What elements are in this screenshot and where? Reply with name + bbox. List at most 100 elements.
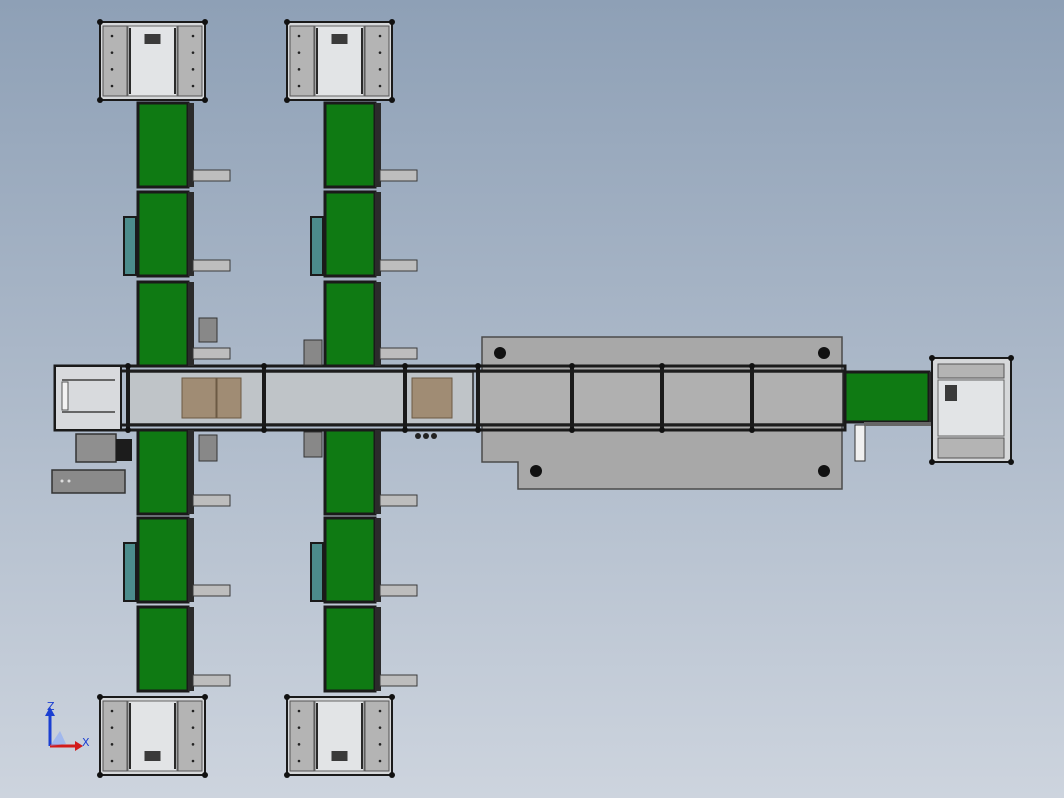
side-bracket (379, 494, 418, 507)
assembly-drawing[interactable]: Z X (0, 0, 1064, 798)
frame-bolt (97, 694, 103, 700)
motor-icon (331, 34, 348, 44)
z-axis-label: Z (47, 700, 55, 713)
frame-bolt (261, 427, 267, 433)
frame-bolt (389, 694, 395, 700)
frame-bolt (389, 772, 395, 778)
fastener (423, 433, 429, 439)
side-bracket (379, 347, 418, 360)
screw-hole (297, 726, 301, 729)
frame-bolt (389, 19, 395, 25)
glass-panel (310, 542, 324, 602)
exit-module-panel (937, 437, 1005, 459)
green-belt (136, 605, 190, 693)
frame-bolt (475, 363, 481, 369)
frame-bolt (202, 19, 208, 25)
frame-bolt (1008, 355, 1014, 361)
sensor-box (198, 434, 218, 462)
motor-icon (331, 751, 348, 761)
frame-bolt (389, 97, 395, 103)
green-belt (136, 280, 190, 368)
glass-panel (123, 216, 137, 276)
frame-bolt (659, 363, 665, 369)
green-belt (136, 428, 190, 516)
frame-bolt (569, 363, 575, 369)
belt-segment (136, 516, 194, 604)
side-bracket (192, 494, 231, 507)
frame-bolt (929, 459, 935, 465)
screw-hole (297, 743, 301, 746)
exit-rail (864, 422, 934, 426)
screw-hole (110, 743, 114, 746)
frame-bolt (261, 363, 267, 369)
frame-bolt (202, 97, 208, 103)
motor-icon (945, 385, 957, 401)
frame-bolt (202, 694, 208, 700)
fastener (431, 433, 437, 439)
screw-hole (297, 68, 301, 71)
cad-viewport[interactable]: Z X (0, 0, 1064, 798)
motor-icon (116, 439, 132, 461)
frame-bolt (125, 363, 131, 369)
screw-hole (191, 34, 195, 38)
drive-module (97, 19, 208, 103)
screw-hole (191, 759, 195, 763)
end-roller (61, 381, 69, 411)
frame-bolt (659, 427, 665, 433)
drive-module-side-panel (364, 700, 390, 772)
frame-bolt (402, 363, 408, 369)
belt-segment (136, 190, 194, 278)
screw-hole (378, 68, 382, 71)
frame-bolt (97, 97, 103, 103)
belt-segment (136, 428, 194, 516)
green-belt (323, 428, 377, 516)
screw-hole (297, 709, 301, 713)
x-axis-label: X (82, 736, 90, 749)
frame-bolt (402, 427, 408, 433)
sensor-box (303, 339, 323, 366)
screw-hole (110, 709, 114, 713)
mounting-hole (530, 465, 542, 477)
drive-module (97, 694, 208, 778)
belt-segment (323, 605, 381, 693)
belt-segment (843, 370, 935, 424)
frame-bolt (284, 97, 290, 103)
screw-hole (110, 68, 114, 71)
side-bracket (379, 584, 418, 597)
screw-hole (191, 726, 195, 729)
frame-bolt (284, 772, 290, 778)
belt-segment (136, 101, 194, 189)
screw-hole (297, 51, 301, 54)
drive-module-side-panel (289, 700, 315, 772)
frame-bolt (97, 19, 103, 25)
drive-module-side-panel (102, 700, 128, 772)
screw-hole (191, 743, 195, 746)
motor-housing (75, 433, 117, 463)
belt-segment (136, 280, 194, 368)
drive-module-side-panel (177, 700, 203, 772)
fastener (415, 433, 421, 439)
green-belt (323, 605, 377, 693)
drive-module-side-panel (102, 25, 128, 97)
motor-icon (144, 34, 161, 44)
side-bracket (192, 259, 231, 272)
belt-segment (323, 516, 381, 604)
frame-bolt (1008, 459, 1014, 465)
drive-module-side-panel (289, 25, 315, 97)
screw-hole (378, 84, 382, 88)
drive-module-side-panel (364, 25, 390, 97)
carton-box (411, 377, 453, 419)
carton-box (181, 377, 217, 419)
frame-bolt (202, 772, 208, 778)
frame-bolt (97, 772, 103, 778)
mounting-hole (818, 347, 830, 359)
side-bracket (379, 259, 418, 272)
green-belt (323, 190, 377, 278)
frame-bolt (475, 427, 481, 433)
screw-hole (110, 759, 114, 763)
side-bracket (192, 347, 231, 360)
frame-bolt (284, 694, 290, 700)
glass-panel (123, 542, 137, 602)
sensor-box (303, 431, 323, 458)
glass-panel (310, 216, 324, 276)
